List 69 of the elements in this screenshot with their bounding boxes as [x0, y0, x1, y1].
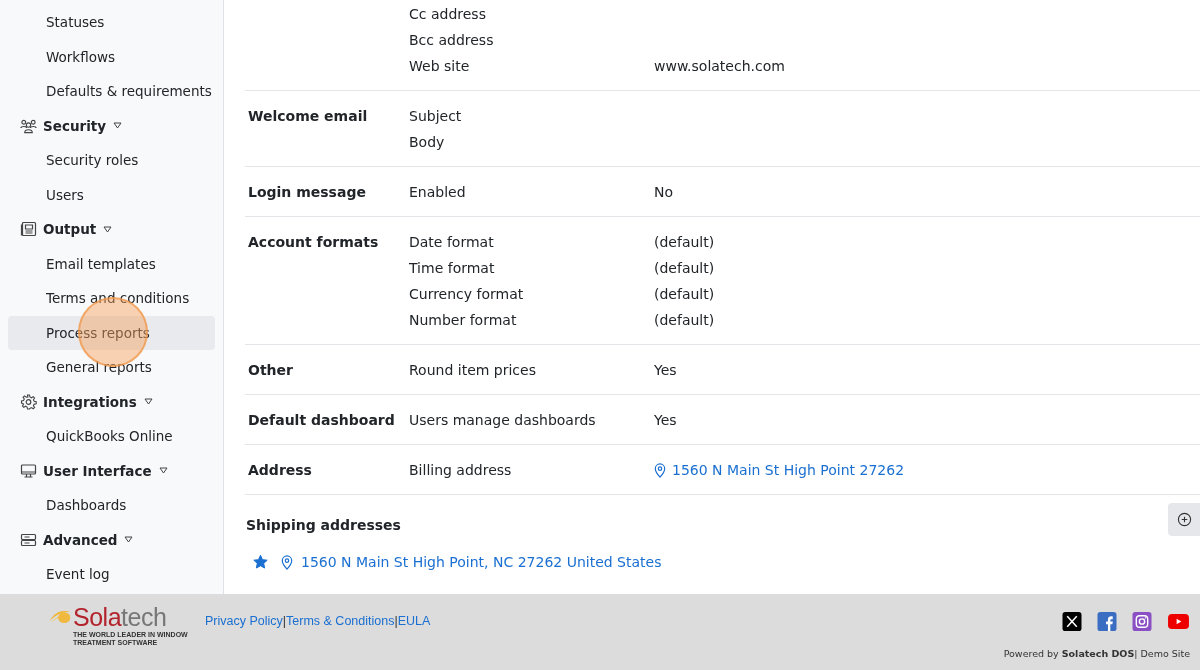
- section-label: Account formats: [248, 234, 379, 250]
- location-pin-icon: [654, 462, 666, 478]
- field-label: Users manage dashboards: [409, 412, 596, 428]
- field-value: (default): [654, 259, 715, 278]
- field-value: (default): [654, 285, 715, 304]
- field-value: (default): [654, 311, 715, 330]
- field-label: Cc address: [409, 6, 486, 22]
- footer-link[interactable]: Terms & Conditions: [286, 614, 395, 628]
- address-link[interactable]: 1560 N Main St High Point, NC 27262 United States: [301, 554, 662, 570]
- footer-link[interactable]: Privacy Policy: [205, 614, 283, 628]
- field-label: Number format: [409, 312, 517, 328]
- field-label: Time format: [409, 260, 495, 276]
- separator: |: [394, 614, 398, 628]
- caret-icon: [158, 467, 168, 475]
- field-label: Web site: [409, 58, 470, 74]
- field-value: Yes: [654, 411, 677, 430]
- sidebar-item[interactable]: Users: [8, 177, 215, 212]
- sidebar-item[interactable]: Statuses: [8, 5, 215, 40]
- field-label: Date format: [409, 234, 494, 250]
- sidebar-group[interactable]: Advanced: [8, 522, 215, 557]
- section-label: Other: [248, 362, 293, 378]
- server-icon: [20, 531, 37, 548]
- newspaper-icon: [20, 221, 37, 238]
- sidebar-item[interactable]: Security roles: [8, 143, 215, 178]
- facebook-icon[interactable]: [1097, 612, 1117, 631]
- plus-icon: [1176, 512, 1192, 527]
- address-link[interactable]: 1560 N Main St High Point 27262: [672, 457, 905, 483]
- sidebar-group[interactable]: Security: [8, 108, 215, 143]
- section-label: Default dashboard: [248, 412, 395, 428]
- sidebar-group[interactable]: Integrations: [8, 384, 215, 419]
- section-label: Address: [248, 462, 312, 478]
- sidebar-item[interactable]: Email templates: [8, 246, 215, 281]
- field-value: No: [654, 183, 674, 202]
- sidebar-item[interactable]: Defaults & requirements: [8, 74, 215, 109]
- sidebar-group[interactable]: Output: [8, 212, 215, 247]
- sidebar-item[interactable]: QuickBooks Online: [8, 419, 215, 454]
- field-value: Yes: [654, 361, 677, 380]
- sidebar-item[interactable]: General reports: [8, 350, 215, 385]
- monitor-icon: [20, 462, 37, 479]
- field-value: (default): [654, 233, 715, 252]
- location-pin-icon: [281, 554, 293, 570]
- x-icon[interactable]: [1062, 612, 1082, 631]
- field-label: Billing address: [409, 462, 512, 478]
- field-label: Currency format: [409, 286, 524, 302]
- powered-by-text: Powered by Solatech DOS| Demo Site: [1003, 648, 1190, 659]
- gear-icon: [20, 393, 37, 410]
- sidebar-item[interactable]: Workflows: [8, 39, 215, 74]
- separator: |: [282, 614, 287, 628]
- sidebar-item[interactable]: Event log: [8, 557, 215, 592]
- people-icon: [20, 117, 37, 134]
- add-button[interactable]: [1168, 503, 1200, 536]
- youtube-icon[interactable]: [1167, 612, 1190, 631]
- field-label: Subject: [409, 108, 462, 124]
- caret-icon: [113, 122, 123, 130]
- section-label: Login message: [248, 184, 366, 200]
- field-label: Enabled: [409, 184, 466, 200]
- caret-icon: [124, 536, 134, 544]
- section-title: Shipping addresses: [246, 517, 401, 533]
- sidebar-item[interactable]: Dashboards: [8, 488, 215, 523]
- field-label: Round item prices: [409, 362, 536, 378]
- field-label: Bcc address: [409, 32, 494, 48]
- footer-link[interactable]: EULA: [397, 614, 431, 628]
- caret-icon: [143, 398, 153, 406]
- field-label: Body: [409, 134, 445, 150]
- field-value: www.solatech.com: [654, 57, 785, 76]
- sidebar-group[interactable]: User Interface: [8, 453, 215, 488]
- caret-icon: [103, 225, 113, 233]
- section-label: Welcome email: [248, 108, 368, 124]
- instagram-icon[interactable]: [1132, 612, 1152, 631]
